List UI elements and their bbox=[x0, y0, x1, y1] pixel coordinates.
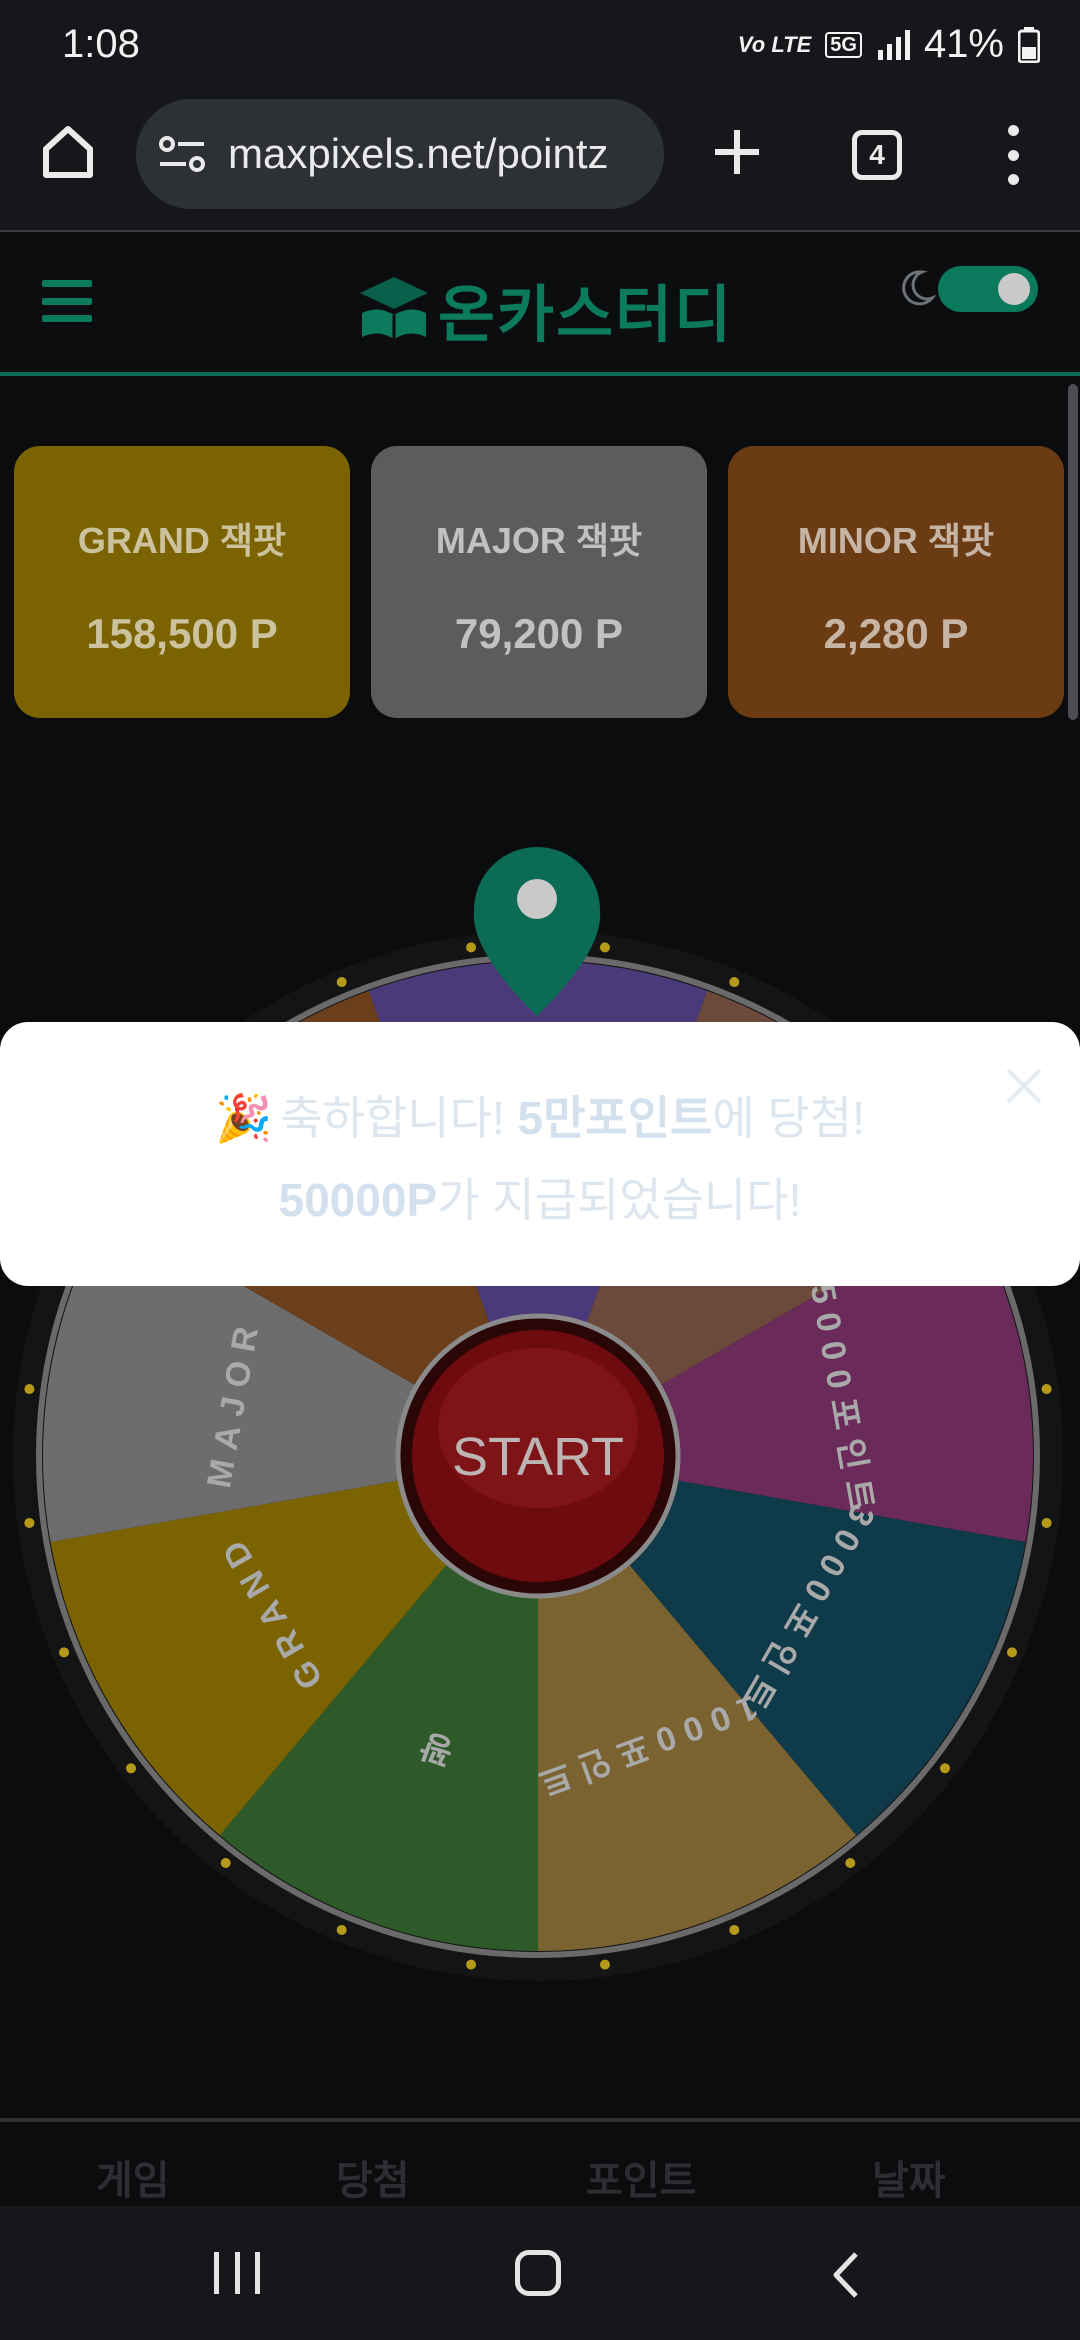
points-awarded: 50000P bbox=[278, 1174, 438, 1226]
awarded-suffix: 가 지급되었습니다! bbox=[437, 1174, 802, 1226]
jackpot-title: GRAND 잭팟 bbox=[77, 520, 287, 561]
browser-toolbar: maxpixels.net/pointz 4 bbox=[0, 95, 1080, 232]
toggle-knob bbox=[998, 273, 1030, 305]
home-icon[interactable] bbox=[38, 121, 98, 181]
url-text[interactable]: maxpixels.net/pointz bbox=[228, 130, 648, 178]
rim-light bbox=[336, 977, 347, 988]
system-nav-bar bbox=[0, 2206, 1080, 2340]
rim-light bbox=[1041, 1384, 1052, 1395]
win-message-line2: 50000P가 지급되었습니다! bbox=[0, 1164, 1080, 1230]
rim-light bbox=[939, 1763, 950, 1774]
new-tab-icon[interactable] bbox=[712, 127, 762, 177]
prize-amount: 5만포인트 bbox=[517, 1092, 713, 1144]
tabs-button[interactable]: 4 bbox=[852, 130, 902, 180]
jackpot-value: 158,500 P bbox=[86, 610, 278, 657]
volte-indicator: Vo LTE bbox=[737, 31, 812, 57]
jackpot-value: 79,200 P bbox=[454, 610, 624, 657]
rim-light bbox=[466, 1959, 477, 1970]
jackpot-title: MINOR 잭팟 bbox=[797, 520, 995, 561]
rim-light bbox=[126, 1763, 137, 1774]
address-bar[interactable]: maxpixels.net/pointz bbox=[136, 99, 664, 209]
scrollbar[interactable] bbox=[1068, 384, 1078, 720]
recents-icon[interactable] bbox=[214, 2252, 260, 2294]
minor-jackpot-card: MINOR 잭팟 2,280 P bbox=[728, 446, 1064, 718]
status-bar: 1:08 Vo LTE 5G 41% bbox=[0, 0, 1080, 95]
rim-light bbox=[729, 977, 740, 988]
rim-light bbox=[1006, 1647, 1017, 1658]
dark-mode-toggle[interactable] bbox=[938, 266, 1038, 312]
start-button[interactable]: START bbox=[395, 1313, 681, 1599]
rim-light bbox=[599, 942, 610, 953]
more-menu-icon[interactable] bbox=[1000, 125, 1026, 185]
win-suffix: 에 당첨! bbox=[712, 1092, 865, 1144]
rim-light bbox=[845, 1857, 856, 1868]
status-icons: Vo LTE 5G 41% bbox=[738, 22, 1040, 67]
book-logo-icon bbox=[360, 277, 428, 339]
party-popper-icon: 🎉 bbox=[215, 1092, 273, 1144]
jackpot-value: 2,280 P bbox=[823, 610, 969, 657]
rim-light bbox=[336, 1924, 347, 1935]
site-logo[interactable]: 온카스터디 bbox=[356, 264, 733, 354]
back-icon[interactable] bbox=[826, 2250, 866, 2300]
logo-text: 온카스터디 bbox=[438, 281, 734, 350]
5g-indicator: 5G bbox=[825, 31, 862, 58]
signal-icon bbox=[877, 29, 910, 60]
home-nav-icon[interactable] bbox=[515, 2250, 561, 2296]
battery-percent: 41% bbox=[923, 22, 1004, 66]
start-label: START bbox=[452, 1427, 624, 1487]
site-settings-icon[interactable] bbox=[158, 134, 206, 174]
moon-icon bbox=[902, 270, 936, 306]
hamburger-menu-icon[interactable] bbox=[42, 280, 92, 322]
major-jackpot-card: MAJOR 잭팟 79,200 P bbox=[371, 446, 707, 718]
win-message-line1: 🎉 축하합니다! 5만포인트에 당첨! bbox=[0, 1082, 1080, 1148]
rim-light bbox=[24, 1384, 35, 1395]
status-time: 1:08 bbox=[62, 22, 140, 66]
site-header: 온카스터디 bbox=[0, 234, 1080, 376]
prize-wheel[interactable]: 5000포인트3000포인트1000포인트꽝GRANDMAJOR START bbox=[0, 830, 1080, 1990]
column-date: 날짜 bbox=[872, 2159, 946, 2203]
rim-light bbox=[59, 1647, 70, 1658]
history-table-header: 게임 당첨 포인트 날짜 bbox=[0, 2118, 1080, 2208]
rim-light bbox=[220, 1857, 231, 1868]
win-notification-modal: 🎉 축하합니다! 5만포인트에 당첨! 50000P가 지급되었습니다! bbox=[0, 1022, 1080, 1286]
jackpot-title: MAJOR 잭팟 bbox=[435, 520, 643, 561]
rim-light bbox=[466, 942, 477, 953]
rim-light bbox=[24, 1517, 35, 1528]
rim-light bbox=[729, 1924, 740, 1935]
battery-icon bbox=[1018, 26, 1040, 63]
column-win: 당첨 bbox=[336, 2159, 410, 2203]
rim-light bbox=[1041, 1517, 1052, 1528]
grand-jackpot-card: GRAND 잭팟 158,500 P bbox=[14, 446, 350, 718]
column-game: 게임 bbox=[96, 2159, 170, 2203]
column-points: 포인트 bbox=[586, 2159, 697, 2203]
congrats-text: 축하합니다! bbox=[280, 1092, 518, 1144]
rim-light bbox=[599, 1959, 610, 1970]
